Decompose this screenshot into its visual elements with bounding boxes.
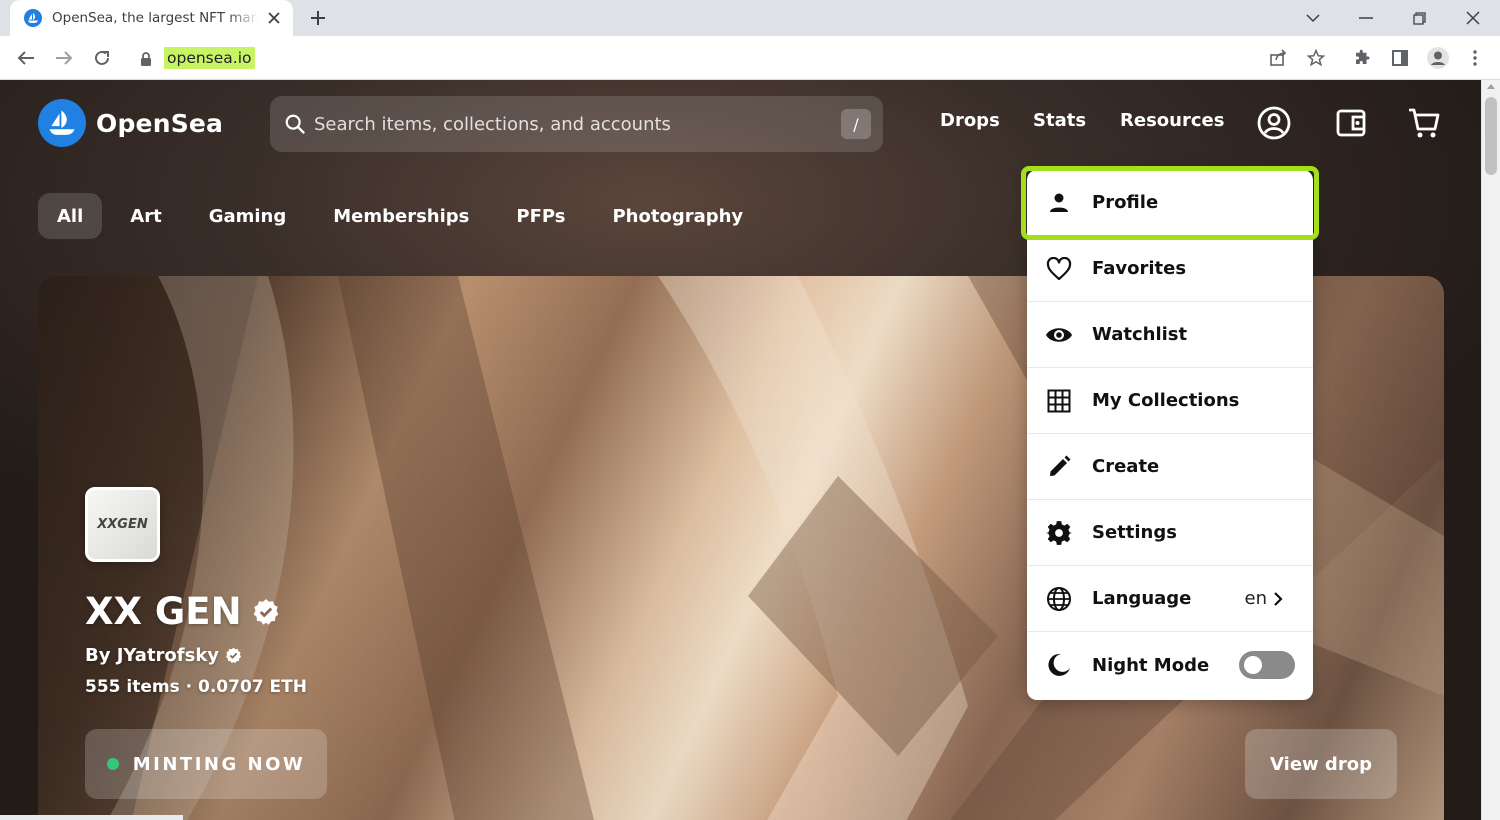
collection-stats: 555 items · 0.0707 ETH xyxy=(85,677,307,697)
category-gaming[interactable]: Gaming xyxy=(190,193,306,239)
menu-item-create[interactable]: Create xyxy=(1027,434,1313,500)
lock-icon[interactable] xyxy=(140,51,154,66)
menu-item-night-mode[interactable]: Night Mode xyxy=(1027,632,1313,698)
opensea-logo[interactable]: OpenSea xyxy=(38,99,223,147)
menu-label-language: Language xyxy=(1092,588,1192,609)
side-panel-icon[interactable] xyxy=(1388,46,1412,70)
live-dot-icon xyxy=(106,758,119,770)
account-icon[interactable] xyxy=(1255,104,1293,142)
creator-verified-icon xyxy=(226,647,242,664)
collection-creator[interactable]: By JYatrofsky xyxy=(85,645,242,666)
menu-item-my-collections[interactable]: My Collections xyxy=(1027,368,1313,434)
opensea-page: OpenSea / Drops Stats Resources All Art … xyxy=(0,80,1481,820)
profile-avatar-icon[interactable] xyxy=(1426,46,1450,70)
scroll-up-arrow-icon[interactable] xyxy=(1487,84,1495,89)
menu-label-settings: Settings xyxy=(1092,522,1177,543)
search-input[interactable] xyxy=(314,113,841,135)
browser-tab-bar: OpenSea, the largest NFT marketplace xyxy=(0,0,1500,36)
minting-label: MINTING NOW xyxy=(132,753,306,775)
minimize-icon[interactable] xyxy=(1353,5,1379,31)
category-photography[interactable]: Photography xyxy=(593,193,762,239)
opensea-favicon-icon xyxy=(24,9,42,27)
menu-label-create: Create xyxy=(1092,456,1160,477)
menu-label-profile: Profile xyxy=(1092,192,1159,213)
tab-title: OpenSea, the largest NFT marketplace xyxy=(52,10,259,26)
menu-item-watchlist[interactable]: Watchlist xyxy=(1027,302,1313,368)
nav-stats[interactable]: Stats xyxy=(1033,110,1086,131)
pencil-icon xyxy=(1045,453,1073,481)
brand-name: OpenSea xyxy=(96,108,224,138)
browser-toolbar: opensea.io xyxy=(0,36,1500,80)
category-all[interactable]: All xyxy=(38,193,103,239)
menu-label-watchlist: Watchlist xyxy=(1092,324,1188,345)
search-shortcut-key: / xyxy=(841,109,871,139)
search-icon xyxy=(285,114,306,135)
address-bar-url[interactable]: opensea.io xyxy=(164,47,255,69)
verified-badge-icon xyxy=(253,598,278,625)
collection-title[interactable]: XX GEN xyxy=(85,590,280,633)
eye-icon xyxy=(1045,321,1073,349)
nav-resources[interactable]: Resources xyxy=(1120,110,1224,131)
wallet-icon[interactable] xyxy=(1332,104,1370,142)
page-scrollbar[interactable] xyxy=(1481,80,1500,820)
back-arrow-icon[interactable] xyxy=(14,46,38,70)
menu-label-night-mode: Night Mode xyxy=(1092,654,1210,676)
toggle-knob xyxy=(1244,656,1262,674)
restore-icon[interactable] xyxy=(1406,5,1432,31)
forward-arrow-icon[interactable] xyxy=(52,46,76,70)
collection-title-text: XX GEN xyxy=(85,590,242,633)
category-pfps[interactable]: PFPs xyxy=(497,193,584,239)
menu-item-profile[interactable]: Profile xyxy=(1021,166,1319,240)
category-art[interactable]: Art xyxy=(111,193,180,239)
person-icon xyxy=(1045,189,1073,217)
gear-icon xyxy=(1045,519,1073,547)
nav-drops[interactable]: Drops xyxy=(940,110,1000,131)
moon-icon xyxy=(1045,651,1073,679)
menu-item-favorites[interactable]: Favorites xyxy=(1027,236,1313,302)
view-drop-button[interactable]: View drop xyxy=(1245,729,1397,799)
globe-icon xyxy=(1045,585,1073,613)
language-value: en xyxy=(1244,588,1267,609)
browser-tab[interactable]: OpenSea, the largest NFT marketplace xyxy=(10,0,293,36)
grid-icon xyxy=(1045,387,1073,415)
creator-text: By JYatrofsky xyxy=(85,645,220,666)
new-tab-icon[interactable] xyxy=(306,6,330,30)
menu-label-my-collections: My Collections xyxy=(1092,390,1240,411)
search-bar[interactable]: / xyxy=(270,96,883,152)
account-dropdown-menu: Profile Favorites Watchlist My Collectio… xyxy=(1021,166,1319,700)
reload-icon[interactable] xyxy=(90,46,114,70)
share-icon[interactable] xyxy=(1266,46,1290,70)
collection-logo[interactable]: XXGEN xyxy=(85,487,160,562)
category-memberships[interactable]: Memberships xyxy=(314,193,488,239)
cart-icon[interactable] xyxy=(1405,104,1443,142)
browser-menu-icon[interactable] xyxy=(1463,46,1487,70)
night-mode-toggle[interactable] xyxy=(1239,651,1295,679)
bookmark-star-icon[interactable] xyxy=(1304,46,1328,70)
heart-icon xyxy=(1045,255,1073,283)
scroll-thumb[interactable] xyxy=(1485,97,1497,175)
opensea-boat-icon xyxy=(38,99,86,147)
minting-now-badge[interactable]: MINTING NOW xyxy=(85,729,327,799)
chevron-right-icon xyxy=(1273,591,1289,607)
tab-close-icon[interactable] xyxy=(265,9,283,27)
status-strip xyxy=(0,815,183,820)
menu-label-favorites: Favorites xyxy=(1092,258,1187,279)
menu-item-settings[interactable]: Settings xyxy=(1027,500,1313,566)
extensions-puzzle-icon[interactable] xyxy=(1350,46,1374,70)
close-window-icon[interactable] xyxy=(1460,5,1486,31)
category-tabs: All Art Gaming Memberships PFPs Photogra… xyxy=(38,193,771,239)
menu-item-language[interactable]: Language en xyxy=(1027,566,1313,632)
tab-search-chevron-icon[interactable] xyxy=(1300,5,1326,31)
